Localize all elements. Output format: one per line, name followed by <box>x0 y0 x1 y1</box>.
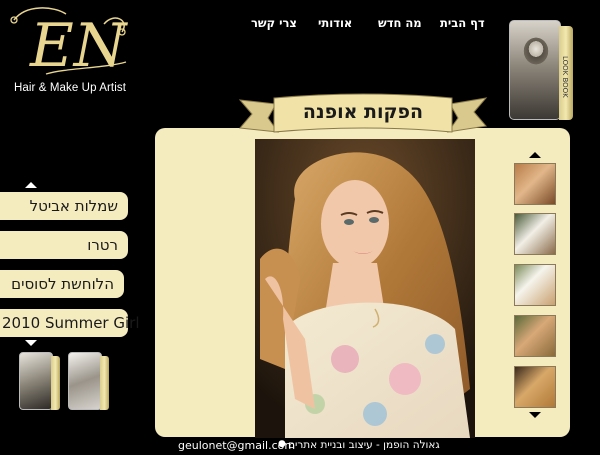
nav-new-link[interactable]: מה חדש <box>378 16 422 30</box>
lookbook-spine-text: LOOK BOOK <box>561 56 569 98</box>
lookbook-mini-2[interactable] <box>68 352 110 412</box>
logo-monogram: EN <box>10 7 129 77</box>
thumbs-scroll-down-button[interactable] <box>529 412 541 418</box>
gallery-thumb-4[interactable] <box>514 315 556 357</box>
footer-credit[interactable]: גאולה הופמן - עיצוב ובניית אתרים <box>288 439 440 451</box>
categories-scroll-down-button[interactable] <box>25 340 37 346</box>
gallery-thumb-5[interactable] <box>514 366 556 408</box>
nav-contact-link[interactable]: צרי קשר <box>251 16 297 30</box>
main-photo <box>255 139 475 438</box>
section-title: הפקות אופנה <box>302 101 424 123</box>
category-label: שמלות אביטל <box>29 197 118 215</box>
logo[interactable]: EN Hair & Make Up Artist <box>4 2 134 97</box>
section-ribbon: הפקות אופנה <box>238 92 488 138</box>
category-label: רטרו <box>87 236 118 254</box>
category-label: הלוחשת לסוסים <box>11 275 114 293</box>
lookbook-mini-1[interactable] <box>19 352 61 412</box>
gallery-thumb-1[interactable] <box>514 163 556 205</box>
categories-scroll-up-button[interactable] <box>25 182 37 188</box>
svg-text:EN: EN <box>29 11 129 77</box>
category-tab-summer-girl[interactable]: 2010 Summer Girl <box>0 309 139 337</box>
category-tab-avital-dresses[interactable]: שמלות אביטל <box>0 192 128 220</box>
gallery-thumb-3[interactable] <box>514 264 556 306</box>
nav-about-link[interactable]: אודותי <box>318 16 352 30</box>
lookbook-spine: LOOK BOOK <box>559 26 573 120</box>
footer-separator: ● <box>278 439 286 449</box>
lookbook-mini-cover <box>19 352 53 410</box>
category-tab-horse-whisperer[interactable]: הלוחשת לסוסים <box>0 270 124 298</box>
gallery-thumb-2[interactable] <box>514 213 556 255</box>
thumbs-scroll-up-button[interactable] <box>529 152 541 158</box>
nav-home-link[interactable]: דף הבית <box>440 16 485 30</box>
lookbook-thumbnail[interactable]: LOOK BOOK <box>509 20 573 126</box>
category-label: 2010 Summer Girl <box>2 314 140 332</box>
category-tab-retro[interactable]: רטרו <box>0 231 128 259</box>
lookbook-mini-spine <box>100 356 109 410</box>
lookbook-mini-cover <box>68 352 102 410</box>
logo-tagline: Hair & Make Up Artist <box>14 82 127 94</box>
lookbook-cover-photo <box>509 20 561 120</box>
lookbook-mini-spine <box>51 356 60 410</box>
